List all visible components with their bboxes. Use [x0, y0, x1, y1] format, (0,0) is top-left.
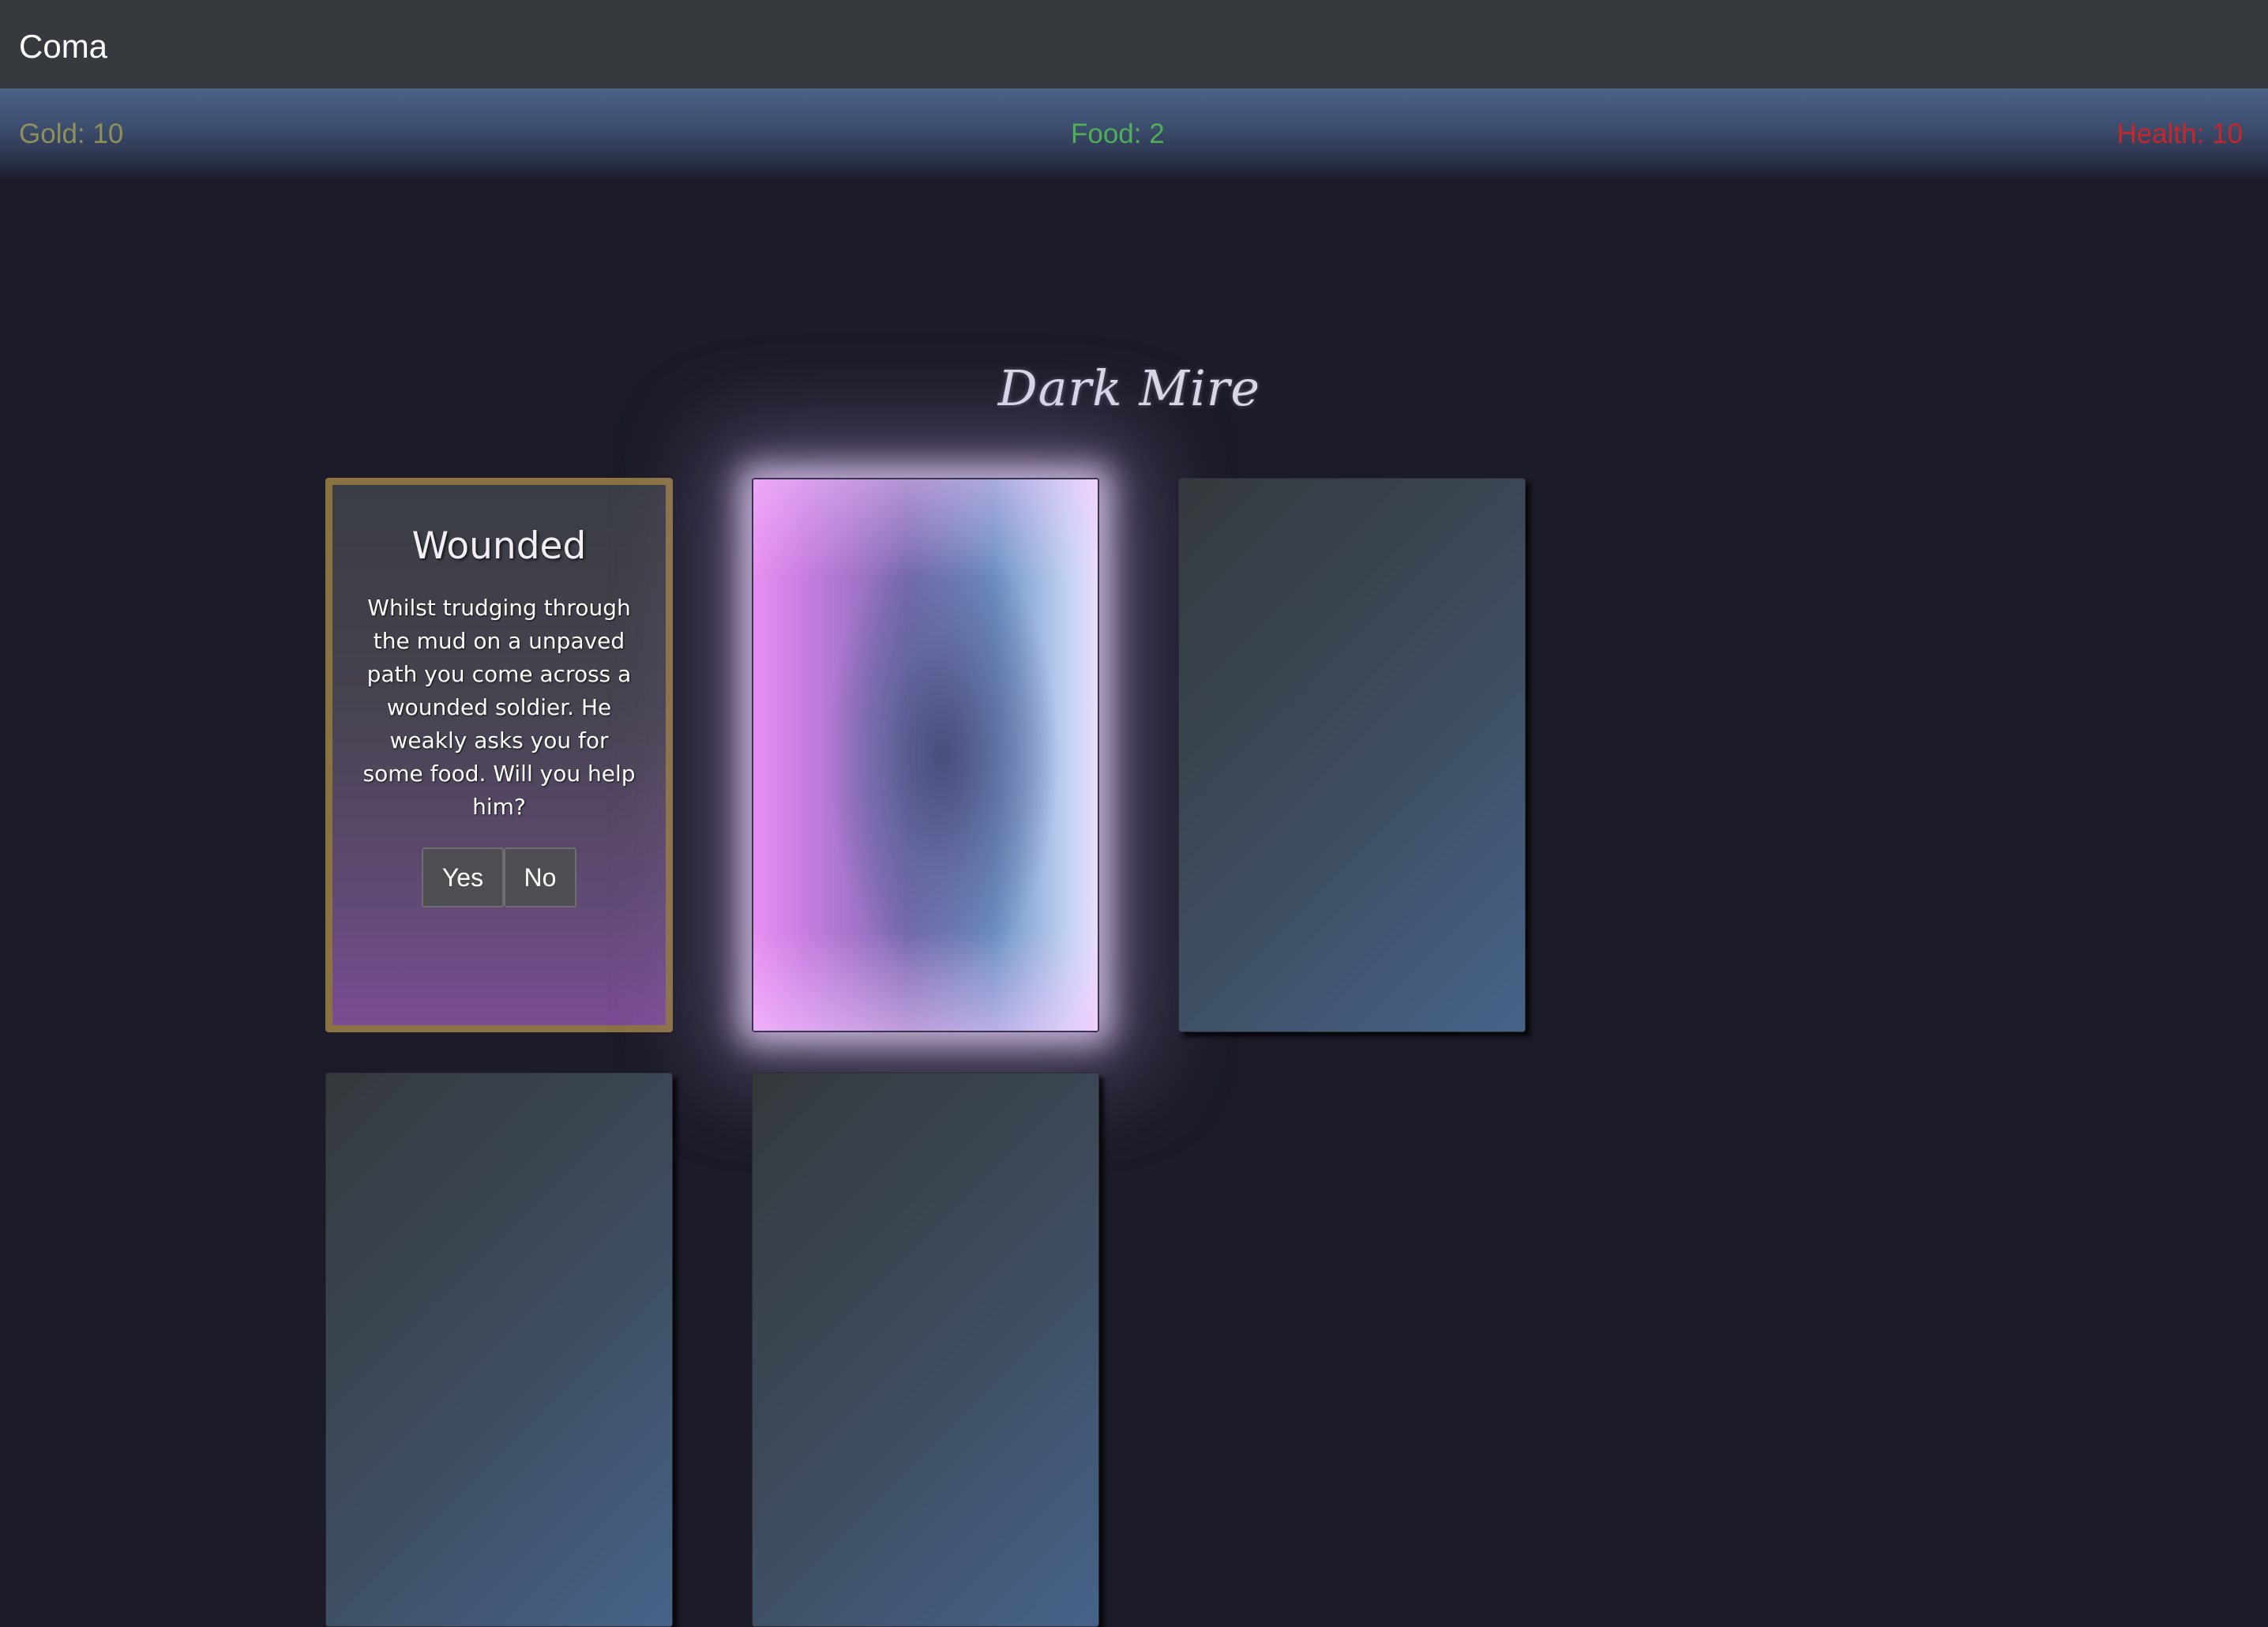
event-title: Wounded — [411, 524, 587, 568]
event-card: Wounded Whilst trudging through the mud … — [325, 478, 673, 1032]
food-counter: Food: 2 — [1071, 118, 1165, 149]
glowing-card[interactable] — [752, 478, 1099, 1032]
app-title: Coma — [19, 28, 108, 65]
gold-counter: Gold: 10 — [19, 118, 124, 149]
face-down-card[interactable] — [1178, 478, 1526, 1032]
face-down-card[interactable] — [325, 1073, 673, 1627]
location-title: Dark Mire — [997, 359, 1261, 417]
no-button[interactable]: No — [504, 847, 576, 907]
stats-bar: Gold: 10 Food: 2 Health: 10 — [0, 88, 2268, 180]
event-description: Whilst trudging through the mud on a unp… — [362, 595, 636, 820]
yes-button[interactable]: Yes — [422, 847, 504, 907]
face-down-card[interactable] — [752, 1073, 1099, 1627]
choice-buttons: Yes No — [332, 847, 666, 907]
health-counter: Health: 10 — [2116, 118, 2243, 149]
app-header: Coma — [0, 0, 2268, 88]
